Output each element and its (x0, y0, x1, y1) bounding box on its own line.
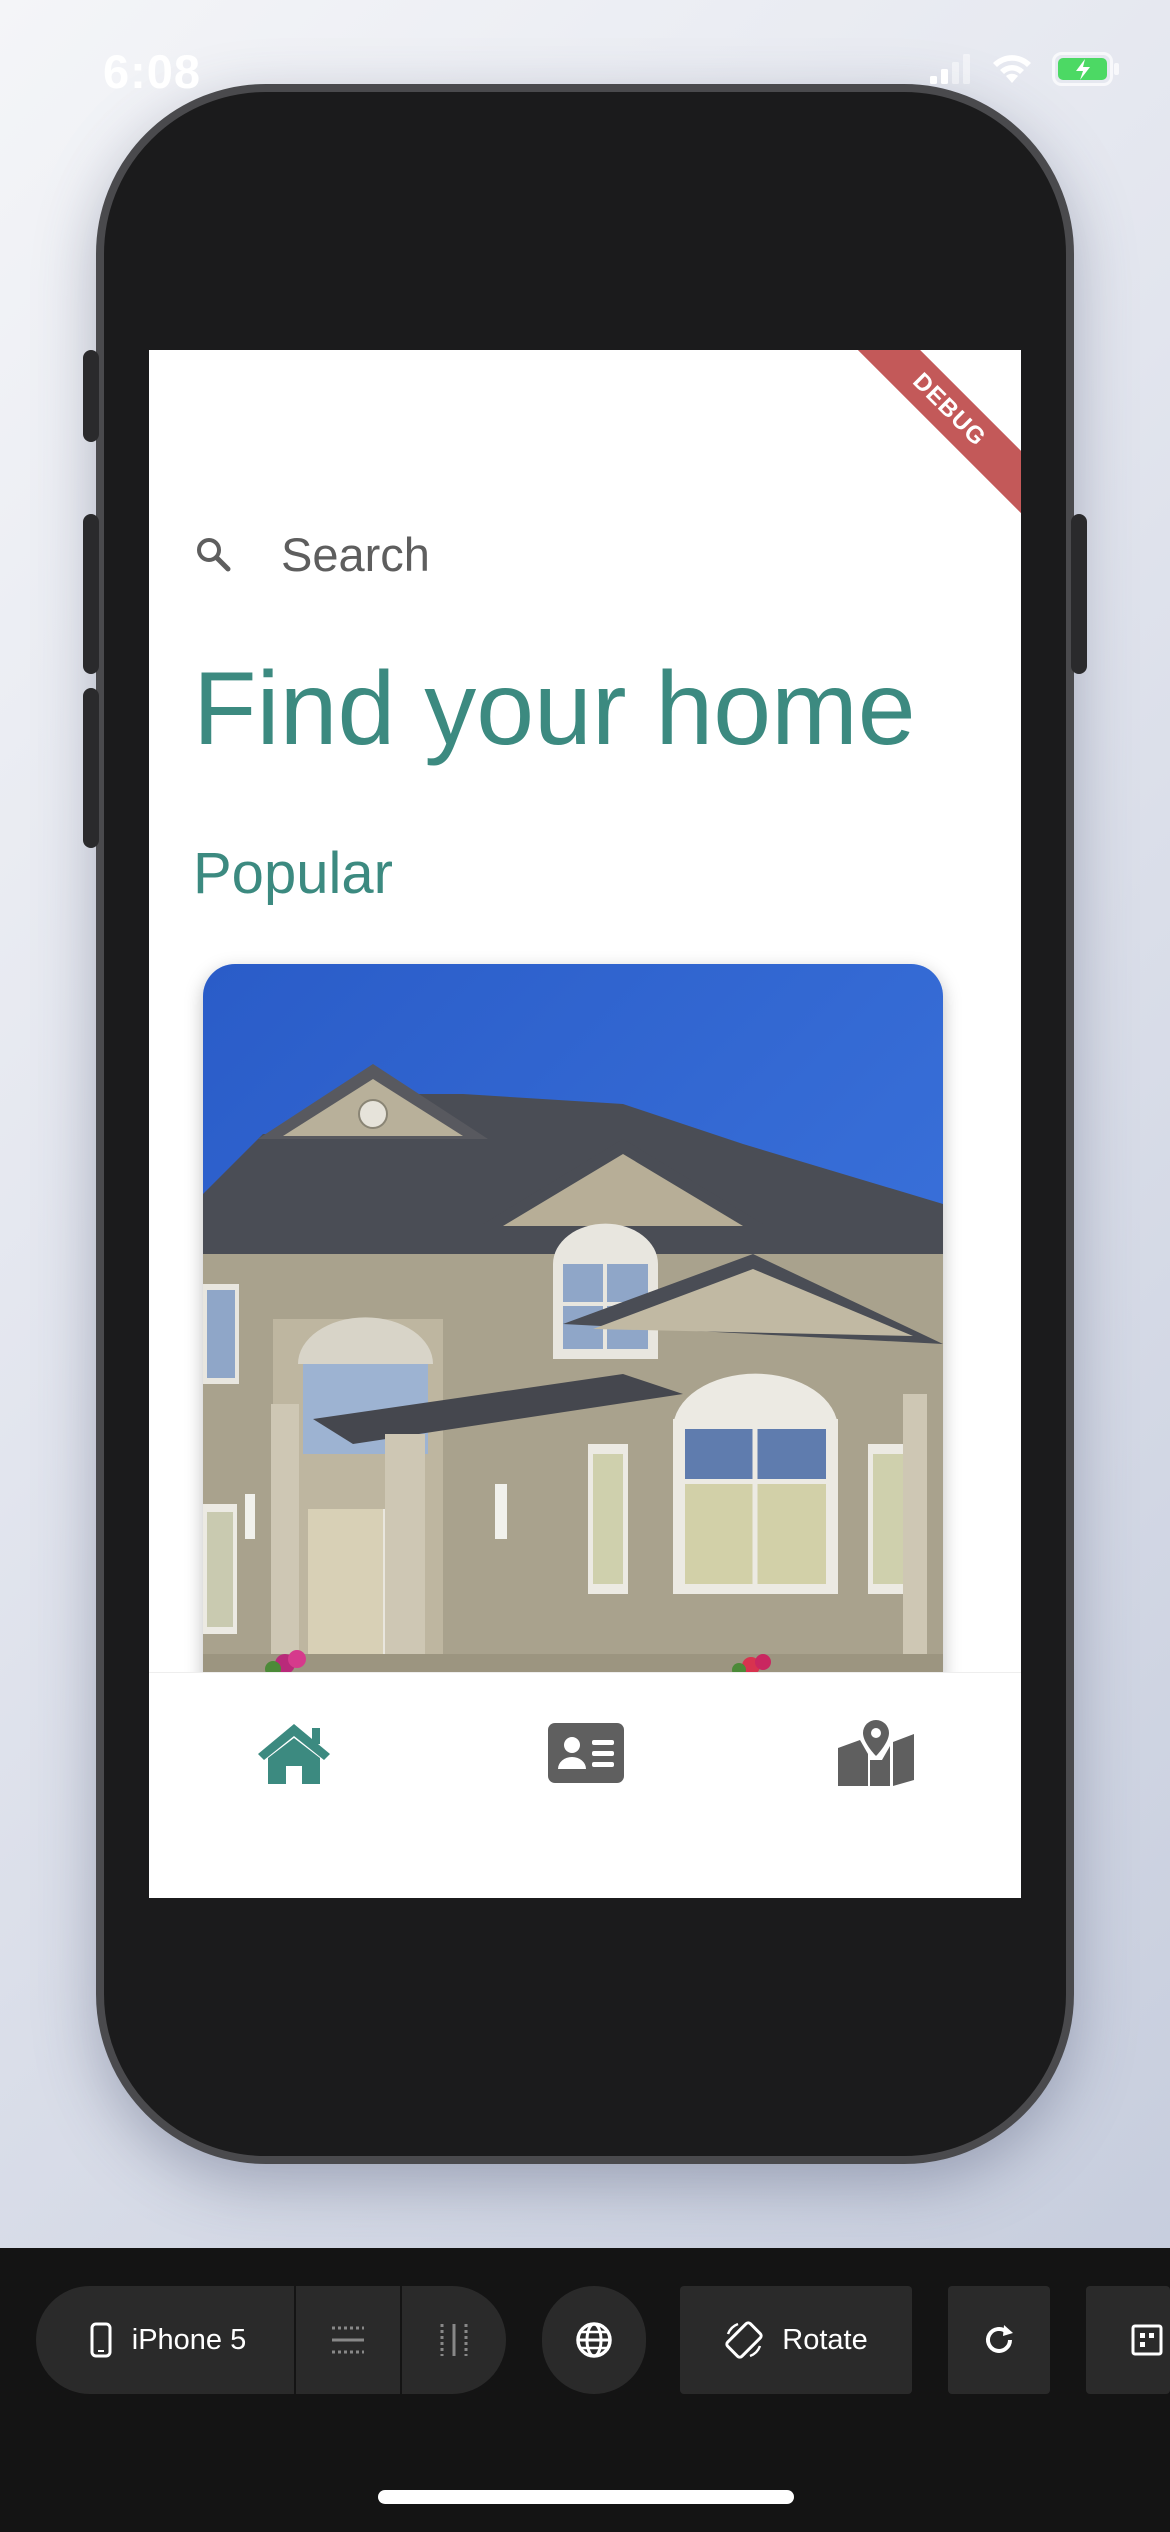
page-title: Find your home (193, 651, 916, 767)
frame-icon (1131, 2324, 1163, 2356)
wifi-icon (993, 55, 1031, 83)
section-title-popular: Popular (193, 841, 393, 906)
reload-button[interactable] (948, 2286, 1050, 2394)
nav-item-contacts[interactable] (541, 1713, 631, 1793)
device-label: iPhone 5 (131, 2323, 247, 2356)
search-bar[interactable] (193, 522, 973, 586)
app-screen: DEBUG Find your home Popular (149, 350, 1021, 1898)
house-photo (203, 964, 943, 1684)
mute-switch (83, 350, 99, 442)
vertical-guides-icon (440, 2324, 468, 2356)
bottom-nav (149, 1672, 1021, 1898)
horizontal-guides-icon (332, 2326, 364, 2354)
map-icon (838, 1720, 914, 1786)
volume-down-button (83, 688, 99, 848)
device-selector-group: iPhone 5 (36, 2286, 506, 2394)
signal-icon (930, 54, 970, 84)
locale-button[interactable] (542, 2286, 646, 2394)
screenshot-frame-button[interactable] (1086, 2286, 1170, 2394)
status-bar: 6:08 (0, 0, 1170, 150)
status-icons (930, 52, 1120, 86)
power-button (1071, 514, 1087, 674)
status-time: 6:08 (103, 45, 202, 98)
home-indicator (378, 2490, 794, 2504)
property-card[interactable] (203, 964, 943, 1684)
nav-item-home[interactable] (249, 1713, 339, 1793)
phone-icon (90, 2322, 112, 2358)
nav-item-map[interactable] (831, 1713, 921, 1793)
battery-charging-icon (1052, 52, 1119, 86)
contact-card-icon (548, 1723, 624, 1783)
debug-banner: DEBUG (827, 350, 1021, 532)
refresh-icon (986, 2325, 1013, 2353)
toggle-horizontal-guides-button[interactable] (296, 2286, 402, 2394)
search-input[interactable] (281, 526, 881, 582)
rotate-button[interactable]: Rotate (680, 2286, 912, 2394)
device-select-button[interactable]: iPhone 5 (36, 2286, 296, 2394)
toggle-vertical-guides-button[interactable] (402, 2286, 506, 2394)
globe-icon (576, 2322, 612, 2358)
search-icon (193, 534, 233, 574)
volume-up-button (83, 514, 99, 674)
home-icon (258, 1724, 330, 1784)
rotate-icon (725, 2321, 763, 2359)
rotate-label: Rotate (782, 2323, 868, 2356)
